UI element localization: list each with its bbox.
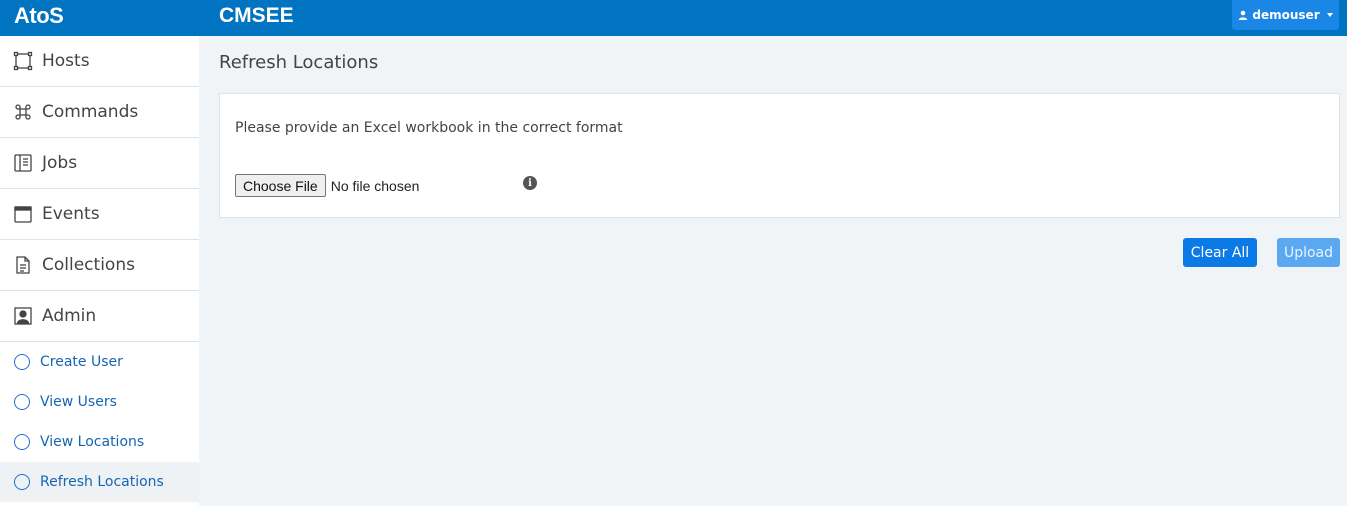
top-navbar: AtoS CMSEE demouser (0, 0, 1347, 36)
sidebar-item-collections[interactable]: Collections (0, 240, 199, 291)
sidebar-item-commands[interactable]: Commands (0, 87, 199, 138)
jobs-icon (13, 153, 33, 173)
command-icon (13, 102, 33, 122)
file-status-text: No file chosen (330, 177, 420, 194)
instruction-text: Please provide an Excel workbook in the … (235, 120, 623, 136)
sidebar-item-label: Admin (42, 306, 97, 326)
user-name: demouser (1252, 8, 1320, 22)
clear-all-button[interactable]: Clear All (1183, 238, 1257, 267)
circle-icon (14, 354, 30, 370)
user-menu-button[interactable]: demouser (1232, 0, 1339, 30)
sidebar-subitem-label: Create User (40, 354, 123, 370)
sidebar-item-events[interactable]: Events (0, 189, 199, 240)
sidebar-subitem-view-users[interactable]: View Users (0, 382, 199, 422)
upload-button[interactable]: Upload (1277, 238, 1340, 267)
circle-icon (14, 394, 30, 410)
page-title: Refresh Locations (219, 52, 379, 73)
sidebar-subitem-create-user[interactable]: Create User (0, 342, 199, 382)
caret-down-icon (1326, 13, 1333, 17)
hosts-icon (13, 51, 33, 71)
sidebar: Hosts Commands Jobs Events Collections A… (0, 36, 199, 506)
sidebar-item-label: Collections (42, 255, 135, 275)
user-icon (1239, 10, 1248, 20)
file-input[interactable]: Choose File No file chosen (235, 174, 419, 197)
document-icon (13, 255, 33, 275)
sidebar-subitem-label: Refresh Locations (40, 474, 164, 490)
app-title[interactable]: CMSEE (219, 4, 294, 28)
sidebar-item-label: Hosts (42, 51, 90, 71)
sidebar-subitem-view-locations[interactable]: View Locations (0, 422, 199, 462)
sidebar-item-label: Jobs (42, 153, 78, 173)
user-square-icon (13, 306, 33, 326)
sidebar-item-label: Commands (42, 102, 139, 122)
sidebar-subitem-refresh-locations[interactable]: Refresh Locations (0, 462, 199, 502)
sidebar-item-jobs[interactable]: Jobs (0, 138, 199, 189)
brand-logo[interactable]: AtoS (14, 3, 64, 29)
sidebar-item-hosts[interactable]: Hosts (0, 36, 199, 87)
choose-file-button[interactable]: Choose File (235, 174, 326, 197)
circle-icon (14, 474, 30, 490)
circle-icon (14, 434, 30, 450)
sidebar-item-admin[interactable]: Admin (0, 291, 199, 342)
calendar-icon (13, 204, 33, 224)
upload-card: Please provide an Excel workbook in the … (219, 93, 1340, 218)
sidebar-subitem-label: View Locations (40, 434, 145, 450)
sidebar-item-label: Events (42, 204, 100, 224)
info-icon[interactable]: i (523, 176, 537, 190)
sidebar-subitem-label: View Users (40, 394, 117, 410)
